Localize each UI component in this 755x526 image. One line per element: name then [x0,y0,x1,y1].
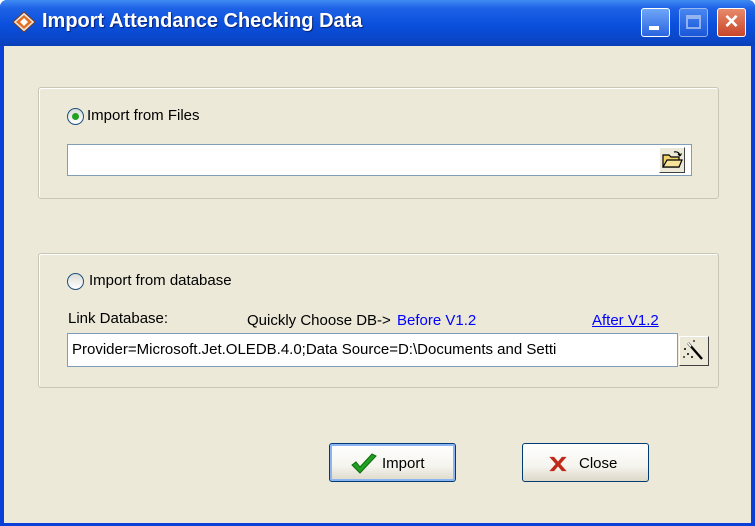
minimize-icon [649,26,659,30]
file-path-input[interactable] [67,144,692,176]
app-icon [12,11,36,33]
database-group: Import from database Link Database: Quic… [38,253,719,388]
close-button[interactable]: Close [522,443,649,482]
maximize-button[interactable] [679,8,708,37]
files-group: Import from Files [38,87,719,199]
title-bar[interactable]: Import Attendance Checking Data × [0,0,755,46]
checkmark-icon [351,453,377,474]
import-from-database-radio[interactable] [67,273,84,290]
maximize-icon [686,15,701,29]
import-from-database-label[interactable]: Import from database [89,272,232,289]
magic-wand-icon [683,340,703,360]
import-from-files-label[interactable]: Import from Files [87,107,200,124]
dialog-window: Import Attendance Checking Data × Import… [0,0,755,526]
browse-file-button[interactable] [659,147,685,173]
import-from-files-radio[interactable] [67,108,84,125]
before-v1-2-link[interactable]: Before V1.2 [397,312,476,329]
open-folder-icon [661,151,683,168]
close-window-button[interactable]: × [717,8,746,37]
quick-choose-label: Quickly Choose DB-> [247,312,391,329]
link-database-label: Link Database: [68,310,169,327]
connection-string-input[interactable]: Provider=Microsoft.Jet.OLEDB.4.0;Data So… [67,333,678,367]
minimize-button[interactable] [641,8,670,37]
after-v1-2-link[interactable]: After V1.2 [592,312,659,329]
radio-selected-dot [72,113,79,120]
import-button-label: Import [382,455,425,472]
window-title: Import Attendance Checking Data [42,10,363,32]
x-mark-icon [549,456,567,472]
connection-builder-button[interactable] [679,336,709,366]
close-button-label: Close [579,455,618,472]
close-icon: × [724,8,739,35]
dialog-client-area: Import from Files Import from database L… [4,46,751,523]
import-button[interactable]: Import [329,443,456,482]
